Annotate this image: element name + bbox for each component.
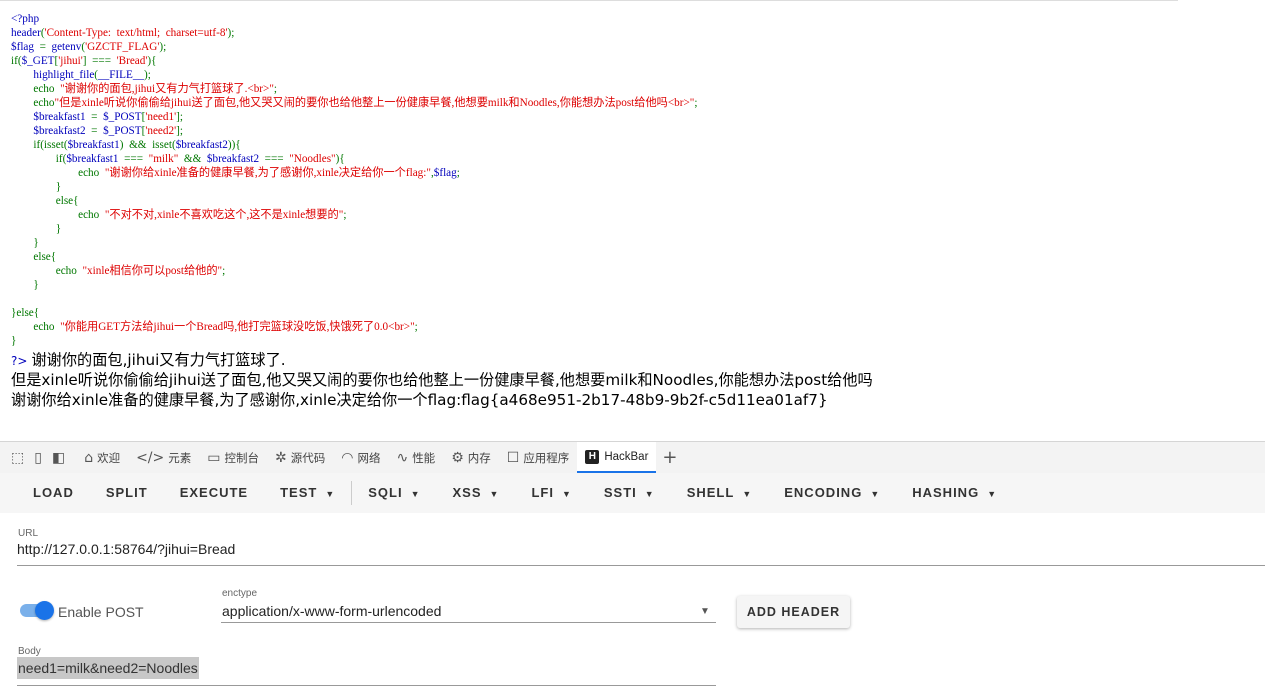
xss-menu[interactable]: XSS ▼ [437, 473, 516, 513]
code-line: $breakfast1 = $_POST['need1']; [33, 111, 183, 123]
code-line: $flag = getenv('GZCTF_FLAG'); [11, 41, 167, 53]
shell-menu[interactable]: SHELL ▼ [671, 473, 769, 513]
chevron-down-icon: ▼ [870, 489, 881, 499]
url-underline [17, 565, 1265, 566]
tab-icon: ∿ [396, 449, 409, 466]
chevron-down-icon: ▼ [561, 489, 572, 499]
enable-post-toggle[interactable] [20, 601, 54, 620]
body-label: Body [18, 646, 41, 657]
chevron-down-icon: ▼ [987, 489, 998, 499]
devtools-tab[interactable]: ⚙ 内存 [443, 442, 499, 473]
devtools-tab[interactable]: ◠ 网络 [333, 442, 388, 473]
tab-label: 内存 [467, 452, 491, 465]
devtools-tab[interactable]: ☐ 应用程序 [499, 442, 578, 473]
chevron-down-icon: ▼ [742, 489, 753, 499]
code-line: echo "你能用GET方法给jihui一个Bread吗,他打完篮球没吃饭,快饿… [11, 321, 418, 333]
devtools-tab[interactable]: ⌂ 欢迎 [76, 442, 128, 473]
code-line: $breakfast2 = $_POST['need2']; [33, 125, 183, 137]
enctype-select[interactable]: application/x-www-form-urlencoded [222, 603, 441, 619]
enctype-underline [221, 622, 716, 623]
code-line: if($_GET['jihui'] === 'Bread'){ [11, 55, 157, 67]
ssti-menu[interactable]: SSTI ▼ [588, 473, 671, 513]
load-button[interactable]: LOAD [17, 473, 90, 513]
php-source-code: <?php header('Content-Type: text/html; ch… [11, 12, 1191, 348]
devtools-tabbar: ⬚ ▯ ◧ ⌂ 欢迎 </> 元素 ▭ 控制台 ✲ 源代码 ◠ 网络 ∿ 性能 ⚙ 内存 ☐ 应用程序 H H… [0, 441, 1265, 474]
php-close-tag: ?> [11, 354, 28, 368]
code-line: } [11, 279, 39, 291]
output-line-1: ?> 谢谢你的面包,jihui又有力气打篮球了. [11, 351, 286, 369]
code-line: else{ [11, 251, 57, 263]
devtools-tab[interactable]: ∿ 性能 [388, 442, 443, 473]
tab-icon: ☐ [506, 449, 520, 466]
lfi-menu[interactable]: LFI ▼ [515, 473, 587, 513]
code-line: echo "不对不对,xinle不喜欢吃这个,这不是xinle想要的"; [11, 209, 347, 221]
tab-icon: ✲ [275, 449, 287, 466]
output-line-2: 但是xinle听说你偷偷给jihui送了面包,他又哭又闹的要你也给他整上一份健康… [11, 371, 873, 389]
tab-label: 性能 [412, 452, 436, 465]
toggle-knob [35, 601, 54, 620]
split-button[interactable]: SPLIT [90, 473, 164, 513]
code-line: } [11, 237, 39, 249]
device-emulation-icon[interactable]: ▯ [34, 450, 42, 466]
url-label: URL [18, 528, 39, 539]
tab-icon: ▭ [207, 449, 221, 466]
tab-label: 控制台 [224, 452, 260, 465]
tab-icon: </> [136, 449, 165, 466]
body-underline [17, 685, 716, 686]
code-line: else{ [11, 195, 79, 207]
encoding-menu[interactable]: ENCODING ▼ [768, 473, 896, 513]
test-menu[interactable]: TEST ▼ [264, 473, 351, 513]
tab-icon: ◠ [341, 449, 354, 466]
add-header-button[interactable]: ADD HEADER [737, 596, 850, 628]
chevron-down-icon: ▼ [644, 489, 655, 499]
page-output: ?> 谢谢你的面包,jihui又有力气打篮球了. 但是xinle听说你偷偷给jih… [11, 350, 1251, 410]
hackbar-toolbar: LOAD SPLIT EXECUTE TEST ▼ SQLI ▼ XSS ▼ LFI ▼… [0, 473, 1265, 513]
code-line: if(isset($breakfast1) && isset($breakfas… [11, 139, 241, 151]
code-line: } [11, 181, 62, 193]
add-tab-icon[interactable]: + [656, 447, 683, 468]
code-line: } [11, 335, 17, 347]
enable-post-label: Enable POST [58, 604, 144, 620]
code-line: echo "谢谢你给xinle准备的健康早餐,为了感谢你,xinle决定给你一个… [11, 167, 460, 179]
devtools-toolbar-icons: ⬚ ▯ ◧ [0, 450, 76, 466]
code-line: }else{ [11, 307, 40, 319]
code-line: highlight_file(__FILE__); [33, 69, 151, 81]
dock-side-icon[interactable]: ◧ [52, 450, 65, 466]
code-line: echo "谢谢你的面包,jihui又有力气打篮球了.<br>"; [11, 83, 278, 95]
tab-hackbar[interactable]: H HackBar [577, 442, 657, 473]
code-line: if($breakfast1 === "milk" && $breakfast2… [11, 153, 345, 165]
chevron-down-icon: ▼ [325, 489, 336, 499]
code-line: echo "xinle相信你可以post给他的"; [11, 265, 226, 277]
code-line: header('Content-Type: text/html; charset… [11, 27, 235, 39]
body-input[interactable]: need1=milk&need2=Noodles [17, 657, 199, 679]
code-line: <?php [11, 13, 40, 25]
tab-icon: ⚙ [451, 449, 464, 466]
inspect-element-icon[interactable]: ⬚ [11, 450, 24, 466]
hackbar-icon: H [585, 449, 600, 464]
output-line-3: 谢谢你给xinle准备的健康早餐,为了感谢你,xinle决定给你一个flag:f… [11, 391, 828, 409]
tab-label: 元素 [168, 452, 192, 465]
code-line: } [11, 223, 62, 235]
tab-label: 源代码 [290, 452, 326, 465]
chevron-down-icon: ▼ [489, 489, 500, 499]
tab-label: 应用程序 [523, 452, 570, 465]
url-input[interactable]: http://127.0.0.1:58764/?jihui=Bread [17, 541, 235, 557]
chevron-down-icon: ▼ [410, 489, 421, 499]
execute-button[interactable]: EXECUTE [164, 473, 264, 513]
sqli-menu[interactable]: SQLI ▼ [352, 473, 436, 513]
devtools-tab[interactable]: </> 元素 [128, 442, 199, 473]
devtools-tab[interactable]: ▭ 控制台 [199, 442, 267, 473]
enctype-label: enctype [222, 588, 258, 599]
top-divider [0, 0, 1178, 4]
code-line: echo"但是xinle听说你偷偷给jihui送了面包,他又哭又闹的要你也给他整… [11, 97, 698, 109]
devtools-tab[interactable]: ✲ 源代码 [267, 442, 333, 473]
devtools-tabs: ⌂ 欢迎 </> 元素 ▭ 控制台 ✲ 源代码 ◠ 网络 ∿ 性能 ⚙ 内存 ☐ 应用程序 [76, 442, 577, 473]
chevron-down-icon[interactable]: ▼ [700, 606, 710, 617]
tab-label: 欢迎 [97, 452, 121, 465]
tab-label: 网络 [357, 452, 381, 465]
tab-icon: ⌂ [84, 449, 94, 466]
hashing-menu[interactable]: HASHING ▼ [896, 473, 1013, 513]
